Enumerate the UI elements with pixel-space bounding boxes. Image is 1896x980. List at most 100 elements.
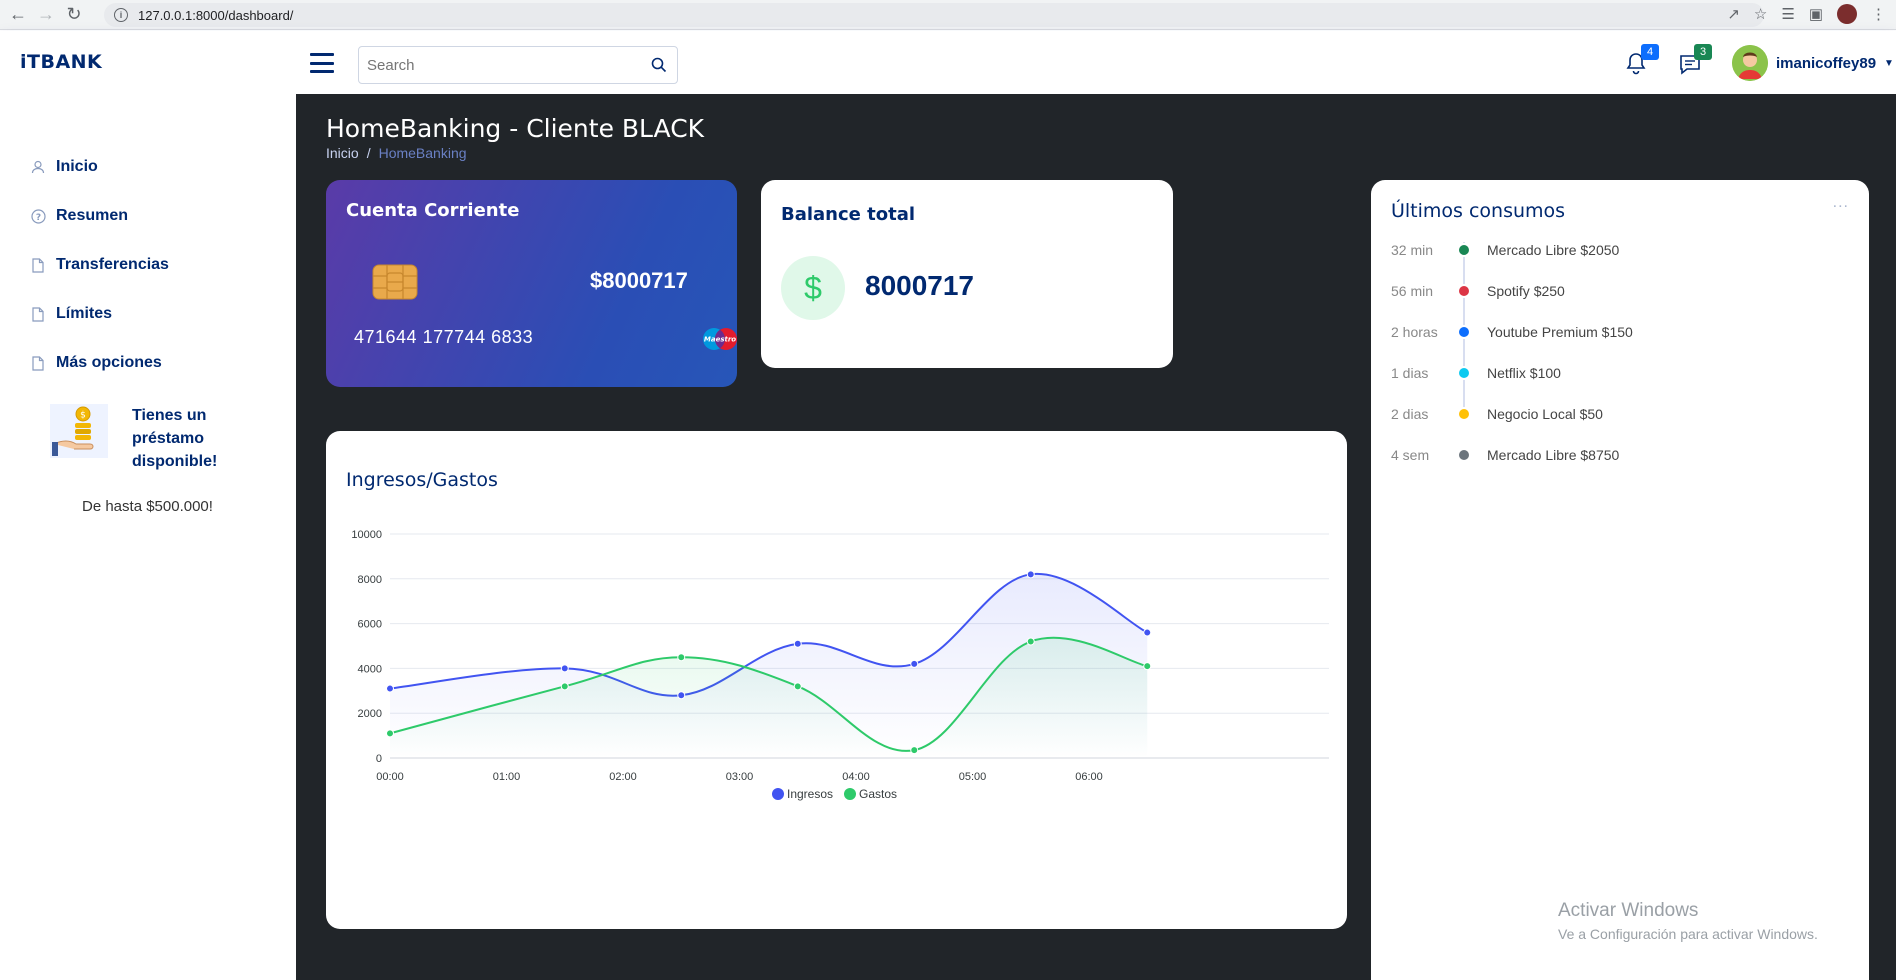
- status-dot-icon: [1457, 325, 1471, 339]
- logo[interactable]: iTBANK: [20, 51, 102, 73]
- data-point-ingresos: [560, 664, 569, 673]
- sidebar-item-mas-opciones[interactable]: Más opciones: [30, 354, 162, 372]
- sidebar-item-label: Resumen: [56, 207, 129, 224]
- sidebar-item-label: Límites: [56, 305, 113, 322]
- x-tick-label: 03:00: [726, 771, 754, 783]
- site-info-icon[interactable]: i: [114, 8, 128, 22]
- list-item: 2 dias Negocio Local $50: [1391, 404, 1603, 424]
- data-point-ingresos: [1143, 628, 1152, 637]
- consumos-title: Últimos consumos: [1391, 200, 1566, 222]
- browser-actions: ↗ ☆ ☰ ▣ ⋮: [1727, 4, 1886, 24]
- browser-profile-avatar[interactable]: [1837, 4, 1857, 24]
- list-item: 2 horas Youtube Premium $150: [1391, 322, 1633, 342]
- username: imanicoffey89: [1776, 54, 1877, 72]
- url-text: 127.0.0.1:8000/dashboard/: [138, 7, 294, 23]
- forward-icon[interactable]: →: [32, 1, 60, 29]
- data-point-ingresos: [910, 659, 919, 668]
- dollar-icon: $: [781, 256, 845, 320]
- brand-text: Maestro: [704, 336, 736, 344]
- hamburger-menu-icon[interactable]: [310, 53, 334, 73]
- sidebar-item-label: Transferencias: [56, 256, 169, 273]
- breadcrumb-home-link[interactable]: Inicio: [326, 145, 359, 161]
- balance-value: 8000717: [865, 270, 975, 301]
- notifications-button[interactable]: 4: [1625, 44, 1659, 80]
- messages-badge: 3: [1694, 44, 1712, 60]
- legend-marker: [772, 788, 784, 800]
- breadcrumb: Inicio / HomeBanking: [326, 145, 467, 161]
- avatar: [1732, 45, 1768, 81]
- file-icon: [30, 305, 46, 323]
- ingresos-gastos-chart: 0 2000 4000 6000 8000 10000 00:00 01:00 02:00 03:…: [351, 529, 1329, 801]
- more-options-icon[interactable]: ...: [1833, 194, 1849, 212]
- y-tick-label: 6000: [358, 619, 382, 631]
- x-tick-label: 01:00: [493, 771, 521, 783]
- maestro-logo-icon: Maestro: [700, 326, 740, 352]
- data-point-ingresos: [386, 684, 394, 693]
- x-tick-label: 06:00: [1075, 771, 1103, 783]
- sidebar-item-resumen[interactable]: ? Resumen: [30, 207, 128, 225]
- sidebar-item-inicio[interactable]: Inicio: [30, 158, 98, 176]
- x-tick-label: 04:00: [842, 771, 870, 783]
- promo-title: Tienes un préstamo disponible!: [132, 407, 218, 470]
- reload-icon[interactable]: ↻: [60, 1, 88, 29]
- consumo-desc: Mercado Libre $8750: [1487, 447, 1620, 463]
- browser-menu-icon[interactable]: ⋮: [1871, 5, 1886, 23]
- question-icon: ?: [30, 207, 46, 225]
- promo-subtitle: De hasta $500.000!: [82, 498, 213, 515]
- data-point-gastos: [910, 746, 919, 755]
- consumo-desc: Negocio Local $50: [1487, 406, 1603, 422]
- user-menu[interactable]: imanicoffey89 ▼: [1732, 45, 1894, 81]
- sidepanel-icon[interactable]: ▣: [1809, 5, 1823, 23]
- x-tick-label: 00:00: [376, 771, 404, 783]
- consumo-time: 32 min: [1391, 242, 1434, 258]
- back-icon[interactable]: ←: [4, 1, 32, 29]
- windows-activation-watermark: Activar Windows Ve a Configuración para …: [1558, 900, 1818, 942]
- person-icon: [30, 158, 46, 176]
- data-point-gastos: [793, 682, 802, 691]
- browser-toolbar: ← → ↻ i 127.0.0.1:8000/dashboard/ ↗ ☆ ☰ …: [0, 0, 1896, 30]
- status-dot-icon: [1457, 243, 1471, 257]
- status-dot-icon: [1457, 407, 1471, 421]
- legend-label: Ingresos: [787, 787, 833, 801]
- coins-hand-icon: $: [50, 404, 108, 458]
- consumo-desc: Netflix $100: [1487, 365, 1561, 381]
- share-icon[interactable]: ↗: [1727, 5, 1740, 23]
- data-point-ingresos: [1026, 570, 1035, 579]
- consumo-time: 1 dias: [1391, 365, 1429, 381]
- x-tick-label: 02:00: [609, 771, 637, 783]
- address-bar[interactable]: i 127.0.0.1:8000/dashboard/: [104, 3, 1764, 27]
- y-tick-label: 0: [376, 753, 382, 765]
- y-tick-label: 2000: [358, 708, 382, 720]
- search-input[interactable]: [359, 47, 641, 83]
- chart-card: Ingresos/Gastos 0 2000 4000 6000 8000 10000 00…: [326, 431, 1347, 929]
- consumo-time: 4 sem: [1391, 447, 1430, 463]
- balance-card: Balance total $ 8000717: [761, 180, 1173, 368]
- messages-button[interactable]: 3: [1678, 44, 1712, 80]
- breadcrumb-current: HomeBanking: [378, 145, 467, 161]
- data-point-gastos: [560, 682, 569, 691]
- sidebar-item-label: Más opciones: [56, 354, 162, 371]
- svg-text:?: ?: [35, 212, 40, 222]
- account-balance: $8000717: [590, 268, 688, 293]
- file-icon: [30, 256, 46, 274]
- search-icon[interactable]: [641, 47, 677, 83]
- data-point-ingresos: [677, 691, 686, 700]
- card-number: 471644 177744 6833: [354, 327, 534, 347]
- data-point-gastos: [1143, 662, 1152, 671]
- consumos-card: Últimos consumos ... 32 min Mercado Libr…: [1371, 180, 1869, 980]
- star-icon[interactable]: ☆: [1754, 5, 1767, 23]
- account-card[interactable]: Cuenta Corriente $8000717 471644 177744 …: [326, 180, 737, 387]
- watermark-subtitle: Ve a Configuración para activar Windows.: [1558, 926, 1818, 942]
- legend-marker: [844, 788, 856, 800]
- sidebar-item-transferencias[interactable]: Transferencias: [30, 256, 169, 274]
- data-point-gastos: [677, 653, 686, 662]
- status-dot-icon: [1457, 284, 1471, 298]
- data-point-gastos: [1026, 637, 1035, 646]
- sidebar-item-limites[interactable]: Límites: [30, 305, 112, 323]
- sidebar-item-label: Inicio: [56, 158, 98, 175]
- chevron-down-icon: ▼: [1884, 57, 1894, 69]
- consumo-time: 2 dias: [1391, 406, 1429, 422]
- y-tick-label: 8000: [358, 574, 382, 586]
- status-dot-icon: [1457, 366, 1471, 380]
- media-icon[interactable]: ☰: [1781, 5, 1794, 23]
